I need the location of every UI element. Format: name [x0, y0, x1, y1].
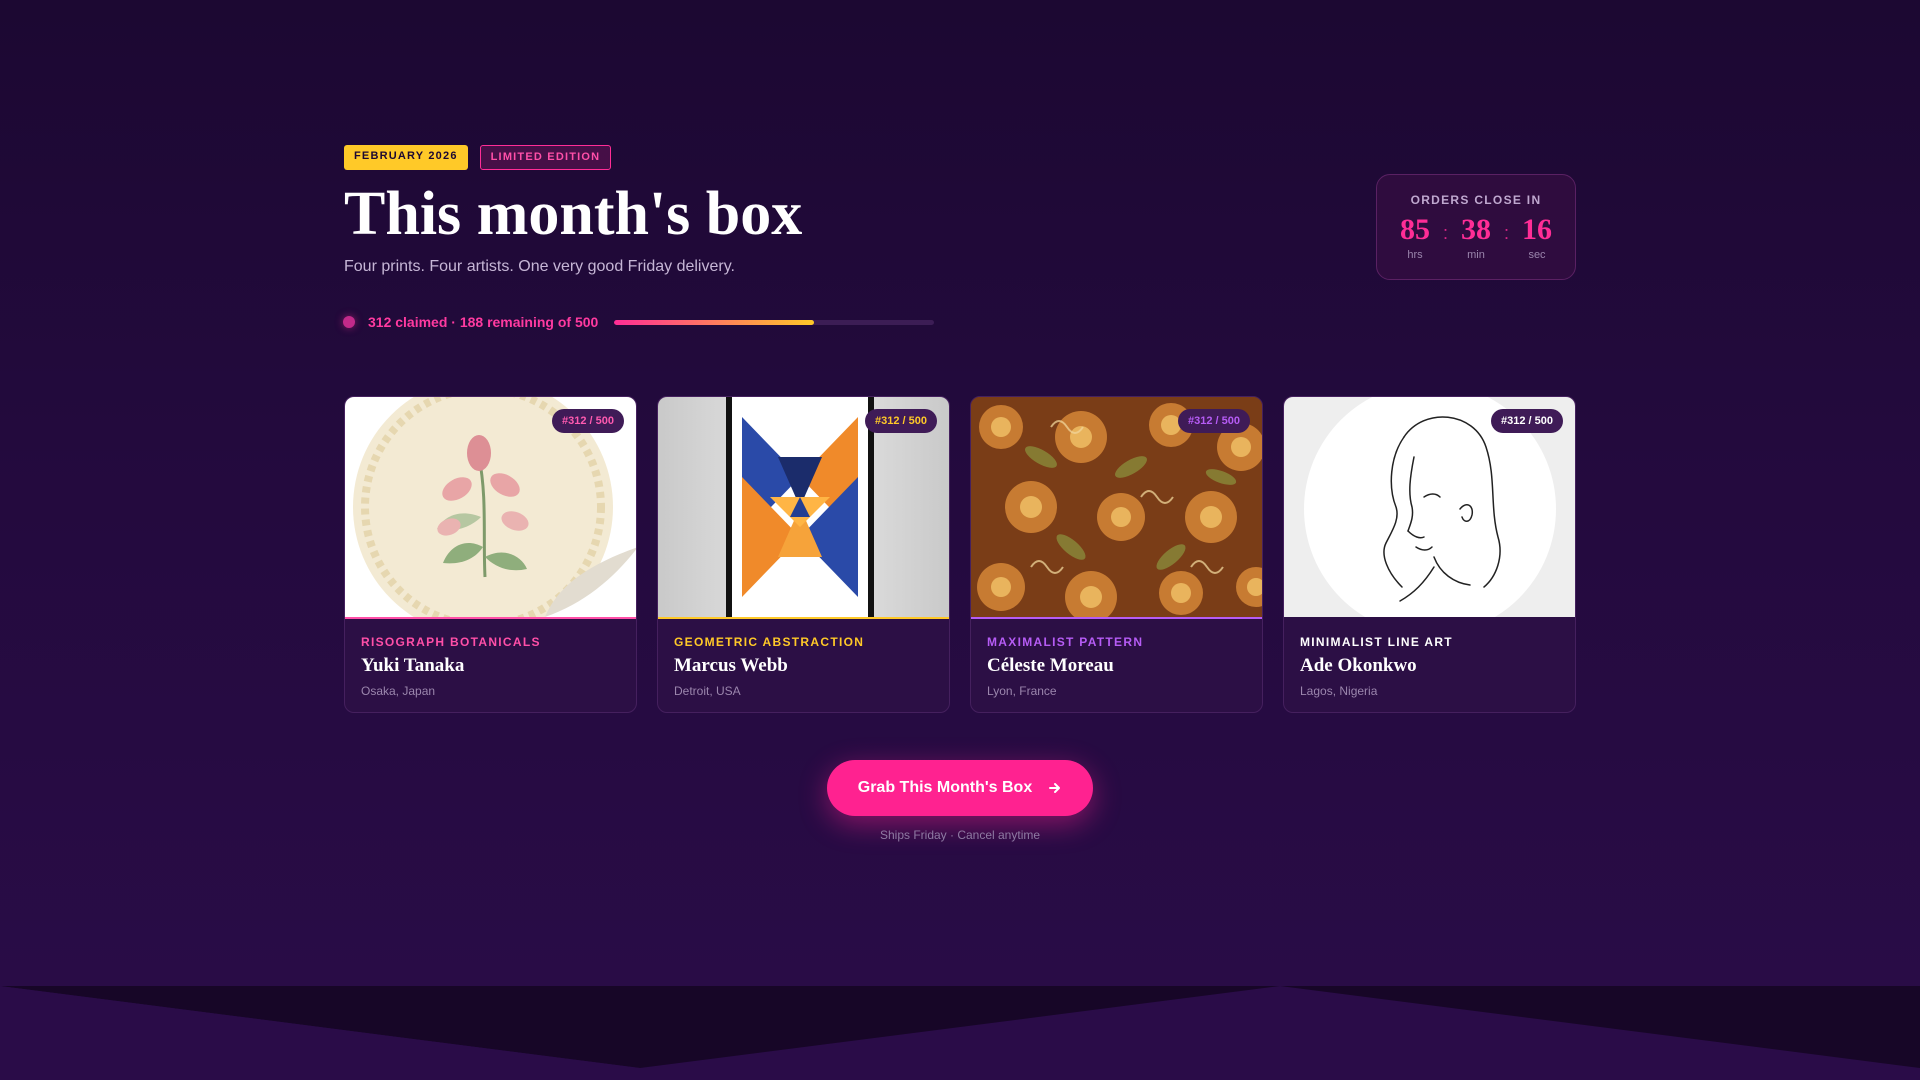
arrow-right-icon: [1049, 783, 1061, 793]
claim-progress-fill: [614, 319, 815, 325]
artist-name: Ade Okonkwo: [1300, 655, 1417, 676]
countdown-separator: :: [1503, 223, 1509, 243]
page-title: This month's box: [344, 180, 803, 248]
artist-location: Osaka, Japan: [361, 684, 436, 698]
artist-location: Lyon, France: [987, 684, 1057, 698]
grab-box-button[interactable]: Grab This Month's Box: [827, 760, 1093, 816]
print-card[interactable]: #312 / 500: [344, 396, 637, 713]
countdown-separator: :: [1442, 223, 1448, 243]
print-style: RISOGRAPH BOTANICALS: [361, 635, 541, 649]
countdown-seconds-value: 16: [1522, 213, 1552, 246]
edition-number-badge: #312 / 500: [1178, 409, 1250, 433]
countdown-minutes-value: 38: [1461, 213, 1491, 246]
page-container: FEBRUARY 2026 LIMITED EDITION This month…: [343, 0, 1576, 1080]
countdown-hours: 85 hrs: [1391, 213, 1439, 261]
countdown-timer: ORDERS CLOSE IN 85 hrs : 38 min : 16 sec: [1376, 174, 1576, 280]
countdown-minutes-label: min: [1467, 249, 1485, 261]
countdown-label: ORDERS CLOSE IN: [1410, 193, 1542, 207]
claim-progress-text: 312 claimed · 188 remaining of 500: [368, 314, 599, 330]
print-style: GEOMETRIC ABSTRACTION: [674, 635, 865, 649]
page-subtitle: Four prints. Four artists. One very good…: [344, 258, 735, 275]
countdown-minutes: 38 min: [1452, 213, 1500, 261]
countdown-hours-label: hrs: [1407, 249, 1423, 261]
print-card[interactable]: #312 / 500: [970, 396, 1263, 713]
artist-location: Lagos, Nigeria: [1300, 684, 1378, 698]
artist-name: Yuki Tanaka: [361, 655, 465, 676]
badge-row: FEBRUARY 2026 LIMITED EDITION: [344, 145, 612, 170]
artist-name: Céleste Moreau: [987, 655, 1114, 676]
print-style: MAXIMALIST PATTERN: [987, 635, 1144, 649]
grab-box-button-label: Grab This Month's Box: [857, 779, 1033, 796]
edition-number-badge: #312 / 500: [552, 409, 624, 433]
print-style: MINIMALIST LINE ART: [1300, 635, 1453, 649]
print-card[interactable]: #312 / 500 GEOMETRIC ABSTRACTION Marcus …: [657, 396, 950, 713]
artist-location: Detroit, USA: [674, 684, 741, 698]
countdown-hours-value: 85: [1400, 213, 1430, 246]
edition-number-badge: #312 / 500: [865, 409, 937, 433]
claim-progress: 312 claimed · 188 remaining of 500: [343, 313, 935, 331]
footer-decoration: [0, 986, 1920, 1080]
limited-edition-badge: LIMITED EDITION: [479, 145, 612, 170]
print-cards: #312 / 500 RISOGRAPH BOTANICALS Yuki Tan…: [344, 396, 1576, 713]
print-card[interactable]: #312 / 500: [1283, 396, 1576, 713]
countdown-seconds: 16 sec: [1513, 213, 1561, 261]
date-badge: FEBRUARY 2026: [344, 145, 468, 170]
edition-number-badge: #312 / 500: [1491, 409, 1563, 433]
countdown-seconds-label: sec: [1528, 249, 1546, 261]
status-dot-icon: [343, 316, 355, 328]
shipping-note: Ships Friday · Cancel anytime: [879, 828, 1041, 842]
artist-name: Marcus Webb: [674, 655, 788, 676]
claim-progress-bar: [614, 319, 935, 325]
